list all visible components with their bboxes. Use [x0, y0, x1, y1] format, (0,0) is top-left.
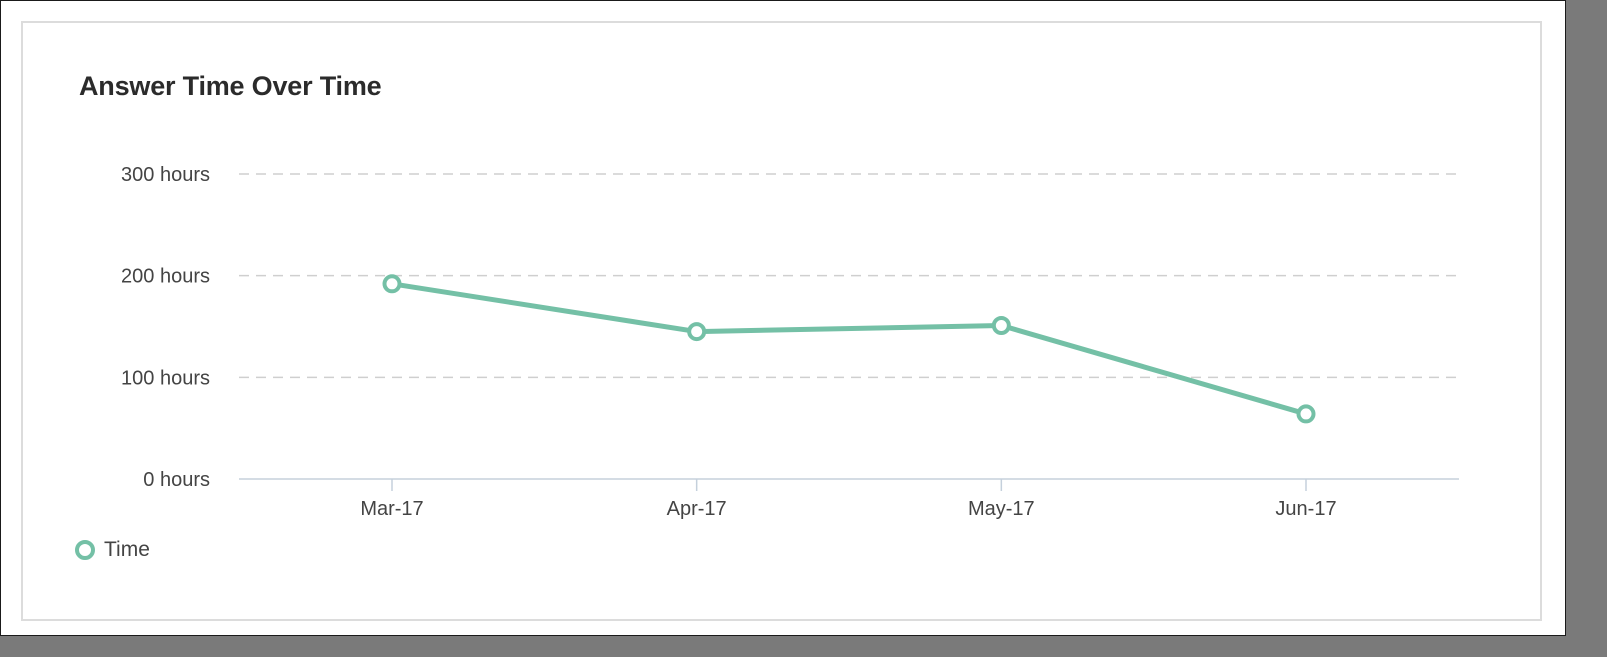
x-tick-label: May-17 [968, 498, 1035, 520]
data-point [1296, 404, 1316, 424]
x-tick-label: Jun-17 [1275, 498, 1336, 520]
y-tick-label: 200 hours [121, 266, 210, 288]
line-chart: 0 hours 100 hours 200 hours 300 hours Mar-17… [121, 164, 1459, 520]
y-tick-label: 300 hours [121, 164, 210, 186]
x-tick-label: Mar-17 [360, 498, 423, 520]
data-point [991, 315, 1011, 335]
data-point [687, 322, 707, 342]
chart-legend[interactable]: Time [75, 538, 150, 562]
y-tick-label: 0 hours [143, 469, 210, 491]
legend-marker-icon [75, 540, 95, 560]
data-point [382, 274, 402, 294]
y-tick-label: 100 hours [121, 367, 210, 389]
legend-label: Time [104, 538, 150, 561]
series-line [389, 281, 1309, 417]
x-tick-label: Apr-17 [667, 498, 727, 520]
screenshot-frame: Answer Time Over Time 0 hours 100 hours 20… [0, 0, 1566, 636]
